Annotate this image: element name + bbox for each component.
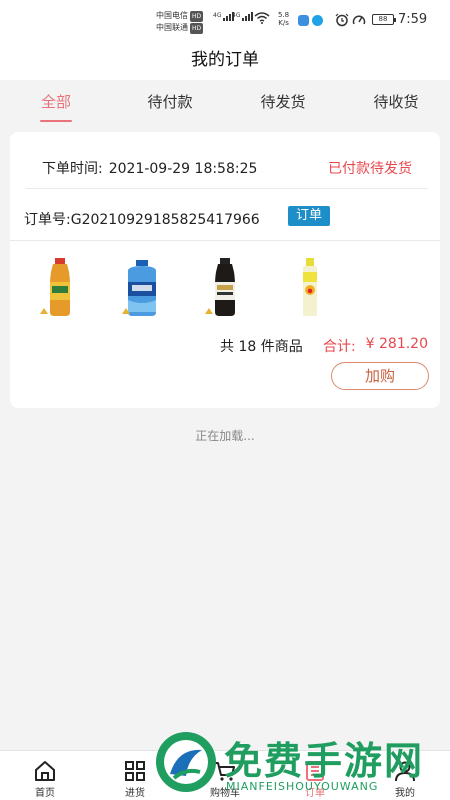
nav-home[interactable]: 首页 <box>10 751 80 800</box>
tab-pending-shipment-label: 待发货 <box>260 93 306 111</box>
nav-cart-label: 购物车 <box>210 788 240 799</box>
nav-profile-label: 我的 <box>395 788 415 799</box>
page-header: 我的订单 <box>0 40 450 80</box>
add-to-cart-button[interactable]: 加购 <box>331 362 429 390</box>
divider <box>26 188 428 189</box>
grid-icon <box>125 761 145 781</box>
order-time-label: 下单时间: <box>42 161 103 177</box>
hd-badge-2: HD <box>190 23 204 34</box>
cart-icon <box>215 762 235 781</box>
nav-cart[interactable]: 购物车 <box>190 751 260 800</box>
carrier-info: 中国电信 HD 中国联通 HD <box>156 10 204 34</box>
home-icon <box>35 761 55 781</box>
page-title: 我的订单 <box>191 50 259 70</box>
user-icon <box>395 761 415 782</box>
tab-all[interactable]: 全部 <box>21 80 91 126</box>
tab-pending-receipt[interactable]: 待收货 <box>361 80 431 126</box>
net-type-2: 4G <box>232 12 241 19</box>
loading-indicator: 正在加载... <box>195 429 255 443</box>
order-number: 订单号:G202109291858254179​66 <box>24 212 260 228</box>
hd-badge-1: HD <box>190 11 204 22</box>
tab-pending-payment-label: 待付款 <box>147 93 193 111</box>
status-time: 7:59 <box>398 12 428 27</box>
order-item-count: 共 18 件商品 <box>220 339 303 355</box>
app-notification-icon-2 <box>312 15 323 26</box>
nav-orders-label: 订单 <box>305 788 325 799</box>
net-type-1: 4G <box>213 12 222 19</box>
order-list-icon <box>306 761 324 781</box>
signal-icon-2: 4G <box>232 12 254 21</box>
order-card[interactable]: 下单时间: 2021-09-29 18:58:25 已付款待发货 订单号:G202… <box>10 132 440 408</box>
battery-icon: 88 <box>372 14 396 25</box>
net-speed-unit: K/s <box>278 19 289 27</box>
svg-text:●: ● <box>307 288 312 295</box>
order-total-label: 合计: <box>323 339 356 355</box>
tab-active-indicator <box>40 120 72 122</box>
nav-home-label: 首页 <box>35 788 55 799</box>
speed-gauge-icon <box>352 15 366 25</box>
order-total-amount: ¥ 281.20 <box>365 336 428 352</box>
tab-pending-receipt-label: 待收货 <box>373 93 419 111</box>
product-image-water-jug[interactable] <box>120 256 164 318</box>
tab-pending-shipment[interactable]: 待发货 <box>248 80 318 126</box>
app-notification-icon-1 <box>298 15 309 26</box>
product-image-iced-tea[interactable] <box>38 256 82 318</box>
nav-profile[interactable]: 我的 <box>370 751 440 800</box>
nav-orders[interactable]: 订单 <box>280 751 350 800</box>
tab-all-label: 全部 <box>40 93 71 111</box>
nav-restock[interactable]: 进货 <box>100 751 170 800</box>
order-time: 下单时间: 2021-09-29 18:58:25 <box>42 158 257 178</box>
net-speed-value: 5.8 <box>278 11 290 19</box>
alarm-icon <box>335 13 349 27</box>
carrier-2: 中国联通 <box>156 23 188 32</box>
net-speed: 5.8 K/s <box>278 11 289 27</box>
order-time-value: 2021-09-29 18:58:25 <box>108 161 258 177</box>
product-image-black-tea[interactable] <box>203 256 247 318</box>
order-tag-badge: 订单 <box>288 206 330 226</box>
carrier-1: 中国电信 <box>156 11 188 20</box>
nav-restock-label: 进货 <box>125 788 145 799</box>
bottom-nav: 首页 进货 购物车 订单 我的 <box>0 750 450 800</box>
wifi-icon <box>254 12 270 24</box>
divider <box>10 240 440 241</box>
status-bar: 中国电信 HD 中国联通 HD 4G 4G 5.8 K/s 88 7:59 <box>0 0 450 40</box>
tab-pending-payment[interactable]: 待付款 <box>135 80 205 126</box>
order-tabs: 全部 待付款 待发货 待收货 <box>0 80 450 126</box>
order-status: 已付款待发货 <box>328 161 412 177</box>
product-image-spray-can[interactable]: ● <box>288 256 332 318</box>
